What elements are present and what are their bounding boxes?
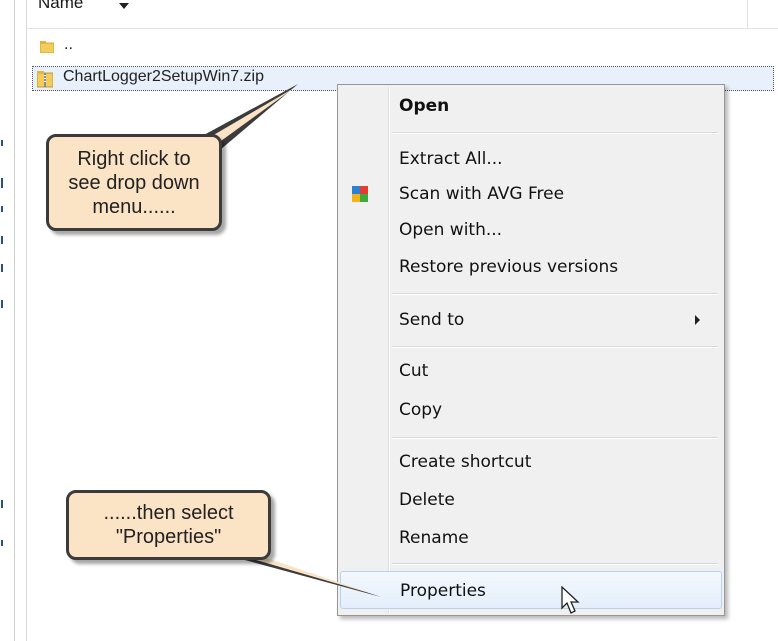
menu-item-properties[interactable]: Properties <box>340 571 722 609</box>
callout-select-properties: ......then select "Properties" <box>66 490 271 560</box>
pane-marker <box>1 500 3 508</box>
zip-folder-icon <box>37 71 53 88</box>
parent-folder-label: .. <box>64 36 73 53</box>
menu-item-open-with[interactable]: Open with... <box>340 213 722 247</box>
callout-text: "Properties" <box>115 526 222 548</box>
pane-divider <box>26 0 27 641</box>
menu-item-label: Scan with AVG Free <box>399 184 565 204</box>
menu-item-label: Properties <box>400 581 486 601</box>
zip-file-label: ChartLogger2SetupWin7.zip <box>63 68 265 85</box>
pane-marker <box>1 540 3 546</box>
menu-item-label: Restore previous versions <box>399 257 619 277</box>
menu-item-label: Open with... <box>399 220 503 240</box>
pane-divider <box>14 0 15 641</box>
menu-item-label: Extract All... <box>399 149 503 169</box>
callout-text: ......then select <box>103 502 234 524</box>
column-separator[interactable] <box>747 0 748 28</box>
menu-item-copy[interactable]: Copy <box>340 393 722 427</box>
menu-separator <box>392 346 718 348</box>
menu-item-send-to[interactable]: Send to <box>340 303 722 337</box>
pane-marker <box>1 300 3 308</box>
menu-item-label: Rename <box>399 528 469 548</box>
menu-item-open[interactable]: Open <box>340 89 722 123</box>
menu-item-label: Copy <box>399 400 443 420</box>
menu-item-label: Create shortcut <box>399 452 532 472</box>
context-menu: Open Extract All... Scan with AVG Free O… <box>337 84 725 616</box>
parent-folder-row[interactable]: .. <box>32 36 232 58</box>
avg-icon <box>352 186 368 202</box>
menu-item-restore-previous-versions[interactable]: Restore previous versions <box>340 250 722 284</box>
callout-text: menu...... <box>92 196 176 218</box>
column-header[interactable]: Name <box>27 0 778 29</box>
sort-dropdown-icon[interactable] <box>119 3 129 9</box>
callout-right-click: Right click to see drop down menu...... <box>46 134 222 231</box>
menu-separator <box>392 563 718 565</box>
menu-separator <box>392 437 718 439</box>
pane-marker <box>1 206 3 212</box>
callout-text: Right click to <box>77 148 191 170</box>
pane-marker <box>1 178 3 188</box>
menu-separator <box>392 293 718 295</box>
menu-item-label: Cut <box>399 361 429 381</box>
name-column-header[interactable]: Name <box>38 0 83 13</box>
menu-item-cut[interactable]: Cut <box>340 354 722 388</box>
mouse-cursor-icon <box>561 586 580 614</box>
menu-item-label: Send to <box>399 310 465 330</box>
callout-text: see drop down <box>68 172 200 194</box>
pane-marker <box>1 264 3 272</box>
left-pane-edge <box>0 0 27 641</box>
menu-separator <box>392 132 718 134</box>
menu-item-label: Delete <box>399 490 455 510</box>
menu-item-scan-avg[interactable]: Scan with AVG Free <box>340 177 722 211</box>
menu-item-extract-all[interactable]: Extract All... <box>340 142 722 176</box>
menu-item-create-shortcut[interactable]: Create shortcut <box>340 445 722 479</box>
menu-item-label: Open <box>399 96 450 116</box>
menu-item-rename[interactable]: Rename <box>340 521 722 555</box>
menu-item-delete[interactable]: Delete <box>340 483 722 517</box>
pane-marker <box>1 236 3 244</box>
folder-up-icon <box>40 41 54 53</box>
pane-marker <box>1 140 3 146</box>
submenu-arrow-icon <box>695 315 700 325</box>
